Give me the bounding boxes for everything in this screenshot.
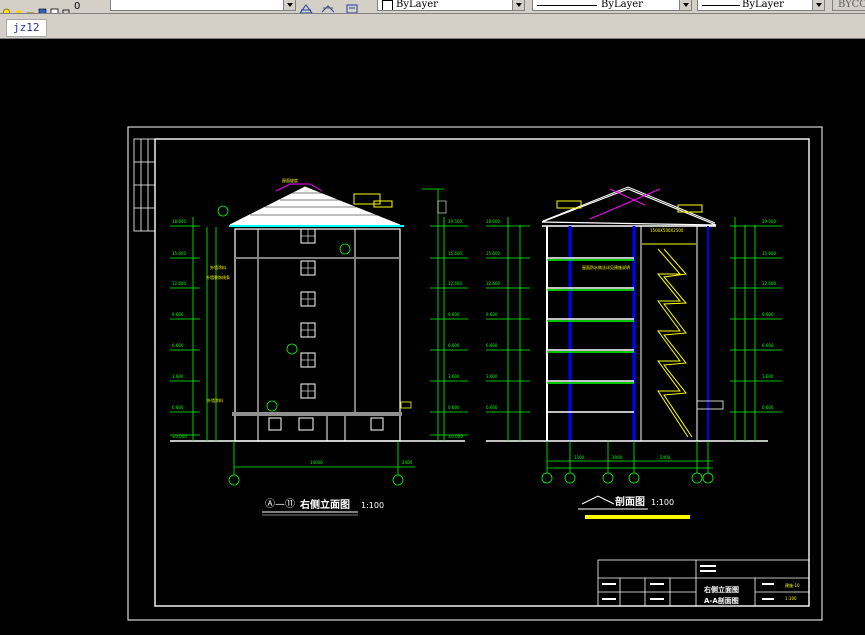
linetype-preview — [537, 5, 597, 6]
svg-text:5400: 5400 — [660, 455, 671, 460]
lineweight-combo-value: ByLayer — [742, 0, 784, 10]
elevation-axis-label: Ⓐ—⑪ — [265, 498, 295, 510]
chevron-down-icon[interactable] — [512, 0, 524, 10]
section-floors — [547, 257, 634, 413]
svg-text:18.600: 18.600 — [172, 219, 186, 224]
chevron-down-icon[interactable] — [283, 0, 295, 10]
layer-state-icons: 0 — [0, 0, 80, 13]
svg-text:外墙涂料: 外墙涂料 — [210, 264, 226, 270]
layer-combo-value[interactable]: 0 — [74, 1, 80, 12]
plinth-band — [232, 412, 402, 416]
layer-stack-icon[interactable] — [62, 2, 71, 13]
svg-text:19.500: 19.500 — [448, 219, 462, 224]
svg-text:9.600: 9.600 — [448, 312, 460, 317]
svg-text:12.600: 12.600 — [448, 281, 462, 286]
svg-text:15.600: 15.600 — [448, 251, 462, 256]
svg-text:6.600: 6.600 — [762, 343, 774, 348]
elevation-wall — [234, 228, 401, 442]
elevation-title: 右侧立面图 — [299, 498, 350, 511]
svg-text:12.600: 12.600 — [172, 281, 186, 286]
color-combo[interactable]: ByLayer — [377, 0, 525, 11]
svg-text:14000: 14000 — [310, 460, 323, 465]
svg-text:12.600: 12.600 — [762, 281, 776, 286]
svg-text:0.600: 0.600 — [762, 405, 774, 410]
svg-text:±0.000: ±0.000 — [448, 434, 463, 439]
svg-text:外墙涂料: 外墙涂料 — [207, 397, 223, 403]
svg-text:18.600: 18.600 — [486, 219, 500, 224]
layer-states-icon[interactable] — [344, 0, 360, 13]
svg-text:3.600: 3.600 — [762, 374, 774, 379]
svg-text:19.500: 19.500 — [762, 219, 776, 224]
elevation-right-dimensions — [422, 188, 468, 441]
svg-text:6.600: 6.600 — [486, 343, 498, 348]
tab-jz12[interactable]: jz12 — [6, 19, 47, 37]
chevron-down-icon[interactable] — [812, 0, 824, 10]
svg-text:屋面防水做法详见建施说明: 屋面防水做法详见建施说明 — [582, 264, 630, 270]
section-roof — [541, 188, 717, 226]
properties-toolbar: 0 ByLayer ByLayer ByLayer BYCO — [0, 0, 865, 14]
color-combo-value: ByLayer — [396, 0, 438, 10]
svg-text:±0.000: ±0.000 — [172, 434, 187, 439]
svg-text:6.600: 6.600 — [172, 343, 184, 348]
svg-text:15.600: 15.600 — [762, 251, 776, 256]
layer-combo[interactable] — [110, 0, 296, 11]
title-block-cells — [602, 565, 774, 600]
plotstyle-combo[interactable]: BYCO — [832, 0, 865, 11]
drawing-canvas[interactable]: 18.600 15.600 12.600 9.600 6.600 3.600 0.600… — [0, 39, 865, 631]
chevron-down-icon[interactable] — [679, 0, 691, 10]
cad-drawing: 18.600 15.600 12.600 9.600 6.600 3.600 0.600… — [127, 126, 823, 621]
sheet-border-inner — [154, 138, 810, 607]
svg-text:3.600: 3.600 — [172, 374, 184, 379]
section-aa: 屋面防水做法详见建施说明 1500X500X2500 18.600 15.600 12… — [486, 186, 782, 484]
section-scale: 1:100 — [651, 498, 674, 507]
svg-text:9.600: 9.600 — [486, 312, 498, 317]
svg-text:0.600: 0.600 — [172, 405, 184, 410]
linetype-combo-value: ByLayer — [601, 0, 643, 10]
svg-text:2400: 2400 — [402, 460, 413, 465]
svg-text:建施-10: 建施-10 — [785, 582, 800, 588]
svg-text:1500X500X2500: 1500X500X2500 — [650, 228, 684, 233]
lineweight-preview — [702, 5, 740, 6]
title-block-name-2: A-A剖面图 — [704, 596, 739, 605]
section-title: 剖面图 — [615, 495, 645, 508]
layer-color-swatch-icon[interactable] — [38, 2, 47, 13]
elevation-scale: 1:100 — [361, 501, 384, 510]
color-swatch-icon — [382, 0, 393, 10]
section-note-bar — [585, 515, 690, 519]
svg-text:3900: 3900 — [612, 455, 623, 460]
elevation-left-dimensions — [170, 205, 415, 486]
section-stair — [642, 243, 696, 438]
lightbulb-icon[interactable] — [2, 2, 11, 13]
svg-text:0.600: 0.600 — [448, 405, 460, 410]
svg-text:3.600: 3.600 — [448, 374, 460, 379]
svg-text:3.600: 3.600 — [486, 374, 498, 379]
title-block-name-1: 右侧立面图 — [703, 585, 739, 594]
svg-text:6.600: 6.600 — [448, 343, 460, 348]
white-square-icon[interactable] — [50, 2, 59, 13]
lock-icon[interactable] — [26, 2, 35, 13]
sun-icon[interactable] — [14, 2, 23, 13]
binding-strip — [133, 138, 156, 232]
svg-text:3300: 3300 — [574, 455, 585, 460]
linetype-combo[interactable]: ByLayer — [532, 0, 692, 11]
lineweight-combo[interactable]: ByLayer — [697, 0, 825, 11]
svg-text:外墙装饰线条: 外墙装饰线条 — [206, 274, 230, 280]
svg-text:1:100: 1:100 — [785, 596, 797, 601]
right-elevation: 18.600 15.600 12.600 9.600 6.600 3.600 0.600… — [170, 177, 468, 486]
svg-text:0.600: 0.600 — [486, 405, 498, 410]
layer-previous-icon[interactable] — [320, 0, 336, 13]
document-tab-bar: jz12 — [0, 14, 865, 39]
match-properties-icon[interactable] — [298, 0, 314, 13]
elevation-windows — [268, 228, 384, 431]
svg-text:屋面坡度: 屋面坡度 — [282, 177, 298, 183]
plotstyle-combo-value: BYCO — [838, 0, 865, 10]
svg-text:12.600: 12.600 — [486, 281, 500, 286]
sheet-border-outer — [127, 126, 823, 621]
svg-text:15.600: 15.600 — [486, 251, 500, 256]
svg-text:9.600: 9.600 — [762, 312, 774, 317]
svg-text:15.600: 15.600 — [172, 251, 186, 256]
svg-text:9.600: 9.600 — [172, 312, 184, 317]
